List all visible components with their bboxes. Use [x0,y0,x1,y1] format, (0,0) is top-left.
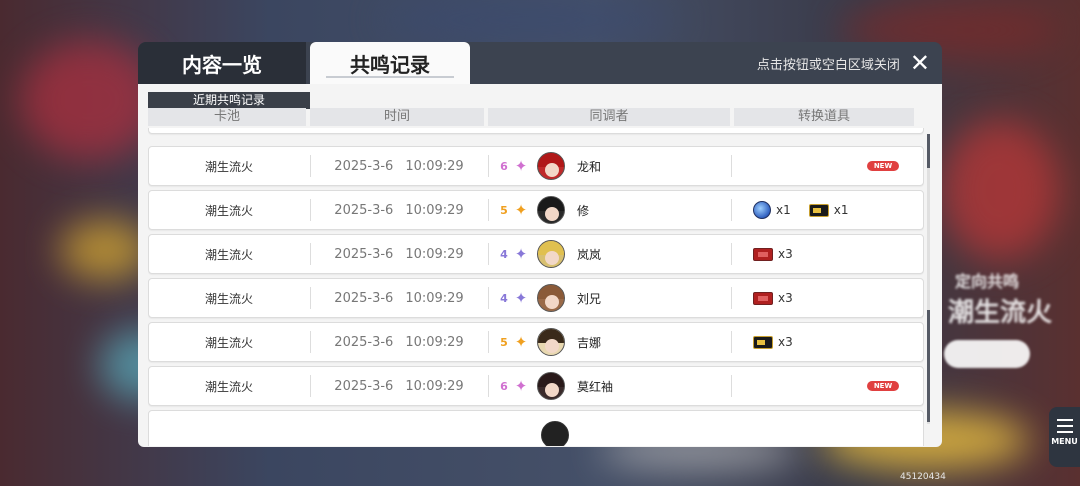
gold-ticket-icon [753,335,773,349]
avatar [537,372,565,400]
pool-name: 潮生流火 [204,159,253,174]
timestamp: 2025-3-6 10:09:29 [334,378,464,394]
star-icon: ✦ [514,157,528,175]
table-row-partial-top [148,128,924,134]
red-ticket-icon [753,291,773,305]
avatar [537,152,565,180]
star-icon: ✦ [514,245,528,263]
rarity-value: 6 [500,159,508,173]
resonator: 4 ✦ 岚岚 [489,235,729,273]
rarity-value: 5 [500,203,508,217]
table-row: 潮生流火 2025-3-6 10:09:29 6 ✦ 龙和 NEW [148,146,924,186]
item-qty: x1 [833,203,849,217]
resonator-name: 龙和 [577,159,602,174]
gold-ticket-icon [808,203,829,217]
scrollbar-thumb-lower[interactable] [927,310,930,422]
red-ticket-icon [753,247,773,261]
avatar [537,196,565,224]
resonator-name: 吉娜 [577,335,602,350]
new-badge: NEW [867,161,899,171]
rarity-value: 4 [500,291,508,305]
table-row: 潮生流火 2025-3-6 10:09:29 4 ✦ 刘兄 x3 [148,278,924,318]
table-row: 潮生流火 2025-3-6 10:09:29 5 ✦ 修 x1 x1 [148,190,924,230]
section-label: 近期共鸣记录 [148,92,310,109]
column-header-pool: 卡池 [148,108,306,126]
table-row: 潮生流火 2025-3-6 10:09:29 6 ✦ 莫红袖 NEW [148,366,924,406]
resonator: 5 ✦ 修 [489,191,729,229]
resonator-name: 修 [577,203,590,218]
new-badge: NEW [867,381,899,391]
pool-name: 潮生流火 [204,335,253,350]
star-icon: ✦ [514,377,528,395]
item-qty: x3 [778,291,793,305]
banner-title: 潮生流火 [948,298,1053,328]
hamburger-icon [1056,419,1073,433]
column-header-time: 时间 [310,108,484,126]
item-qty: x3 [778,247,793,261]
column-header-resonator: 同调者 [488,108,730,126]
avatar [537,284,565,312]
gear-token-icon [753,201,771,219]
table-row: 潮生流火 2025-3-6 10:09:29 4 ✦ 岚岚 x3 [148,234,924,274]
conversion-items: x3 [733,323,923,361]
banner-subtitle: 定向共鸣 [955,272,1020,291]
close-icon[interactable]: ✕ [910,49,930,77]
timestamp: 2025-3-6 10:09:29 [334,246,464,262]
resonator: 6 ✦ 龙和 [489,147,729,185]
timestamp: 2025-3-6 10:09:29 [334,290,464,306]
item-qty: x1 [776,203,791,217]
rarity-value: 6 [500,379,508,393]
resonator: 4 ✦ 刘兄 [489,279,729,317]
pool-name: 潮生流火 [204,379,253,394]
resonator-name: 刘兄 [577,291,602,306]
avatar [537,328,565,356]
resonance-record-dialog: 内容一览 共鸣记录 点击按钮或空白区域关闭 ✕ 近期共鸣记录 卡池 时间 同调者… [138,42,942,447]
resonator: 6 ✦ 莫红袖 [489,367,729,405]
star-icon: ✦ [514,201,528,219]
conversion-items: x1 x1 [733,191,923,229]
pool-name: 潮生流火 [204,291,253,306]
banner-details-button[interactable] [944,340,1030,368]
timestamp: 2025-3-6 10:09:29 [334,158,464,174]
star-icon: ✦ [514,289,528,307]
resonator-name: 岚岚 [577,247,602,262]
user-id: 45120434 [900,472,946,482]
pool-name: 潮生流火 [204,203,253,218]
conversion-items: x3 [733,279,923,317]
close-area[interactable]: 点击按钮或空白区域关闭 ✕ [757,42,930,84]
tab-resonance-record[interactable]: 共鸣记录 [310,42,470,84]
timestamp: 2025-3-6 10:09:29 [334,334,464,350]
menu-button[interactable]: MENU [1049,407,1080,467]
tab-content-overview[interactable]: 内容一览 [138,42,306,84]
table-row: 潮生流火 2025-3-6 10:09:29 5 ✦ 吉娜 x3 [148,322,924,362]
resonator-name: 莫红袖 [577,379,614,394]
column-header-items: 转换道具 [734,108,914,126]
pool-name: 潮生流火 [204,247,253,262]
rarity-value: 4 [500,247,508,261]
table-header: 卡池 时间 同调者 转换道具 [148,108,914,126]
menu-label: MENU [1051,437,1078,446]
scrollbar-thumb[interactable] [927,134,930,168]
item-qty: x3 [778,335,793,349]
avatar [537,240,565,268]
table-row-partial-bottom [148,410,924,446]
tab-bar: 内容一览 共鸣记录 点击按钮或空白区域关闭 ✕ [138,42,942,84]
close-hint: 点击按钮或空白区域关闭 [756,57,900,73]
resonator: 5 ✦ 吉娜 [489,323,729,361]
conversion-items: x3 [733,235,923,273]
rarity-value: 5 [500,335,508,349]
timestamp: 2025-3-6 10:09:29 [334,202,464,218]
star-icon: ✦ [514,333,528,351]
record-panel: 近期共鸣记录 卡池 时间 同调者 转换道具 潮生流火 2025-3-6 10:09… [138,84,942,447]
record-list[interactable]: 潮生流火 2025-3-6 10:09:29 6 ✦ 龙和 NEW 潮生流火 20… [148,128,924,446]
